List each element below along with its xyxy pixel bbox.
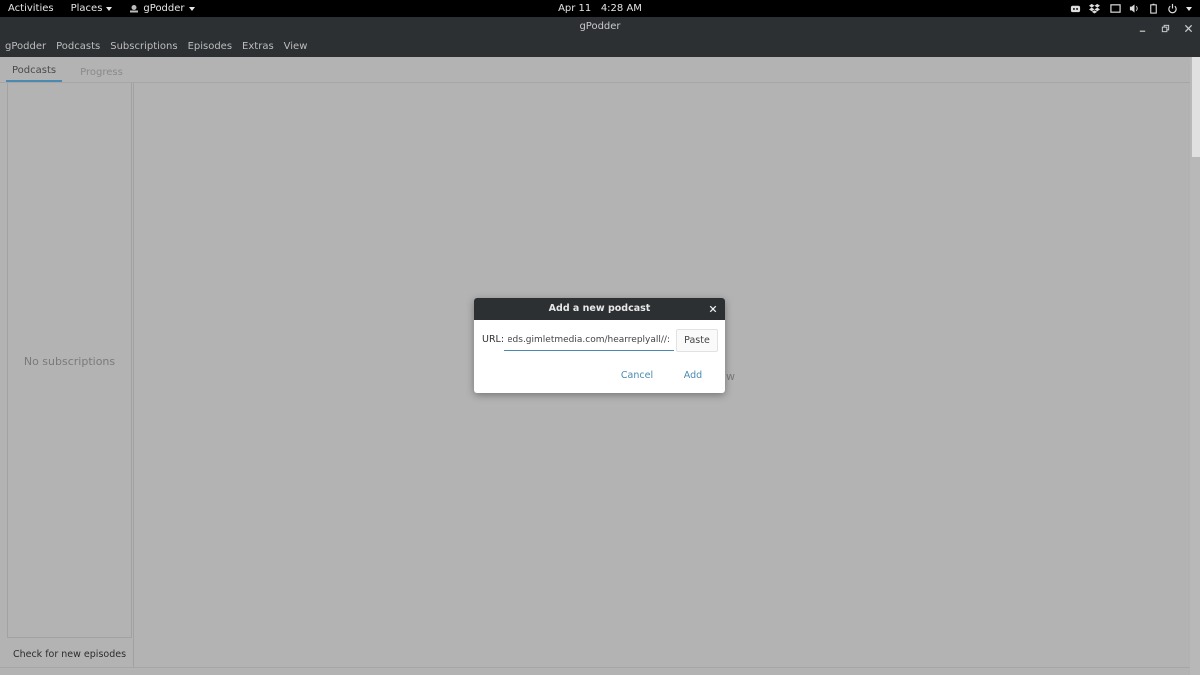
- url-label: URL:: [482, 334, 505, 345]
- menu-extras[interactable]: Extras: [242, 41, 274, 52]
- divider: [0, 667, 1190, 668]
- minimize-icon[interactable]: [1137, 23, 1148, 34]
- places-menu[interactable]: Places: [71, 3, 113, 14]
- chevron-down-icon: [188, 6, 195, 11]
- menu-subscriptions[interactable]: Subscriptions: [110, 41, 177, 52]
- check-new-episodes-button[interactable]: Check for new episodes: [7, 641, 132, 667]
- scrollbar-thumb[interactable]: [1192, 57, 1200, 157]
- volume-icon[interactable]: [1129, 3, 1140, 14]
- empty-state-text: No subscriptions: [23, 355, 116, 368]
- dialog-header: Add a new podcast: [474, 298, 725, 320]
- activities-label: Activities: [8, 3, 54, 14]
- dialog-title: Add a new podcast: [548, 303, 651, 314]
- menu-gpodder[interactable]: gPodder: [5, 41, 46, 52]
- menu-view[interactable]: View: [284, 41, 308, 52]
- close-icon[interactable]: [707, 303, 719, 315]
- tab-progress[interactable]: Progress: [74, 67, 129, 82]
- chevron-down-icon[interactable]: [1186, 6, 1192, 11]
- power-icon[interactable]: [1167, 3, 1178, 14]
- menu-podcasts[interactable]: Podcasts: [56, 41, 100, 52]
- clock[interactable]: Apr 11 4:28 AM: [558, 3, 642, 14]
- url-input[interactable]: [504, 329, 674, 351]
- app-menu[interactable]: gPodder: [129, 3, 195, 14]
- display-icon[interactable]: [1110, 3, 1121, 14]
- menu-episodes[interactable]: Episodes: [188, 41, 232, 52]
- discord-icon[interactable]: [1070, 3, 1081, 14]
- window-title: gPodder: [579, 21, 621, 32]
- gnome-top-bar: Activities Places gPodder Apr 11 4:28 AM: [0, 0, 1200, 17]
- menu-bar: gPodder Podcasts Subscriptions Episodes …: [5, 41, 307, 52]
- dropbox-icon[interactable]: [1089, 3, 1100, 14]
- paste-button[interactable]: Paste: [676, 329, 718, 352]
- battery-icon[interactable]: [1148, 3, 1159, 14]
- gpodder-app-icon: [129, 4, 139, 14]
- window-header: gPodder gPodder Podcasts Subscriptions E…: [0, 17, 1200, 57]
- tab-podcasts[interactable]: Podcasts: [6, 65, 63, 82]
- app-menu-label: gPodder: [143, 3, 185, 14]
- add-podcast-dialog: Add a new podcast URL: Paste Cancel Add: [474, 298, 725, 393]
- places-label: Places: [70, 3, 103, 14]
- podcast-list[interactable]: No subscriptions: [7, 83, 132, 638]
- chevron-down-icon: [106, 6, 113, 11]
- activities-button[interactable]: Activities: [8, 3, 54, 14]
- add-button[interactable]: Add: [677, 367, 709, 383]
- close-icon[interactable]: [1183, 23, 1194, 34]
- background-text-peek: w: [726, 370, 735, 383]
- tab-bar: Podcasts Progress: [6, 57, 129, 82]
- cancel-button[interactable]: Cancel: [617, 367, 657, 383]
- maximize-icon[interactable]: [1160, 23, 1171, 34]
